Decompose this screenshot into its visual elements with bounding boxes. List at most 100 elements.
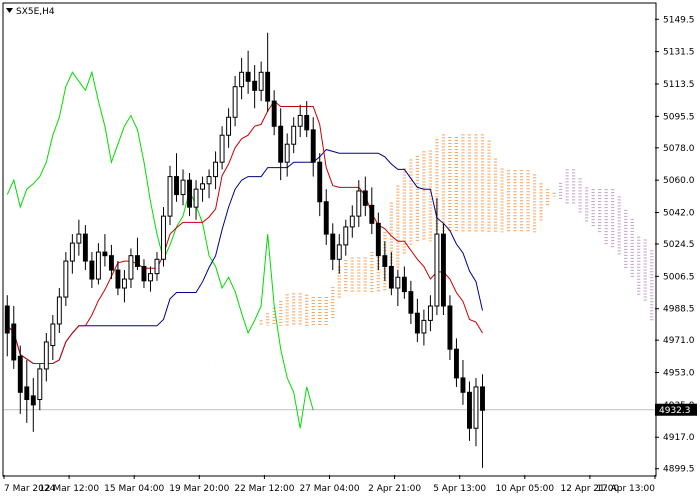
x-tick-label: 27 Mar 04:00: [299, 484, 359, 494]
candle-body-bull: [395, 276, 401, 289]
candle-body-bear: [17, 355, 23, 393]
candle-body-bull: [148, 273, 153, 282]
candle-body-bear: [115, 269, 121, 289]
candle-body-bear: [362, 190, 368, 206]
candle-body-bull: [291, 125, 297, 145]
candle-body-bull: [297, 114, 303, 127]
candle-body-bear: [375, 222, 381, 257]
candle-body-bear: [401, 276, 407, 293]
candle-body-bear: [252, 80, 258, 91]
candle: [440, 223, 446, 316]
candle-body-bear: [304, 114, 310, 131]
candle-body-bull: [434, 233, 440, 307]
candle-body-bear: [447, 305, 453, 350]
y-tick-label: 5060.0: [663, 176, 695, 186]
candle-body-bull: [193, 188, 199, 208]
candle-body-bear: [135, 255, 140, 267]
candle-body-bear: [408, 291, 414, 314]
candle-body-bull: [76, 233, 82, 244]
y-tick-label: 5149.5: [663, 15, 695, 25]
x-tick-label: 2 Apr 21:00: [368, 484, 421, 494]
candle-body-bear: [278, 125, 284, 163]
candle-body-bear: [102, 251, 108, 257]
candle-body-bear: [187, 179, 192, 208]
candle-body-bear: [89, 260, 95, 280]
candle-body-bull: [206, 176, 212, 185]
candle-body-bull: [128, 255, 134, 280]
candle-body-bear: [30, 395, 36, 406]
y-tick-label: 4988.5: [663, 305, 695, 315]
candle-body-bear: [414, 312, 420, 334]
y-tick-label: 5113.5: [663, 80, 695, 90]
candle-body-bear: [174, 176, 179, 196]
candle-body-bull: [226, 116, 232, 136]
candle-body-bull: [69, 242, 75, 262]
x-tick-label: 15 Mar 04:00: [104, 484, 164, 494]
candle-body-bull: [219, 134, 225, 163]
candle-body-bear: [141, 265, 147, 282]
y-tick-label: 4917.0: [663, 433, 695, 443]
y-tick-label: 5078.0: [663, 144, 695, 154]
candle-body-bull: [50, 323, 56, 347]
y-tick-label: 4953.0: [663, 369, 695, 379]
x-tick-label: 22 Mar 12:00: [234, 484, 294, 494]
candle-body-bull: [473, 386, 479, 429]
candle-body-bear: [323, 201, 329, 235]
candle-body-bear: [480, 386, 485, 411]
y-tick-label: 5095.5: [663, 112, 695, 122]
candle-body-bull: [37, 368, 43, 400]
candle-body-bear: [11, 323, 17, 361]
x-tick-label: 10 Apr 05:00: [495, 484, 554, 494]
candle-body-bull: [284, 143, 290, 163]
candle-body-bull: [349, 215, 355, 228]
x-tick-label: 5 Apr 13:00: [433, 484, 486, 494]
candle-body-bear: [467, 391, 472, 429]
candle-body-bear: [460, 377, 466, 393]
y-tick-label: 5131.5: [663, 48, 695, 58]
candle-body-bear: [24, 386, 30, 400]
candle-body-bull: [95, 251, 101, 280]
current-price-tag: 4932.3: [655, 403, 697, 416]
x-tick-label: 19 Mar 20:00: [169, 484, 229, 494]
candle-body-bull: [427, 305, 433, 321]
y-tick-label: 5042.0: [663, 209, 695, 219]
candle-body-bull: [336, 244, 342, 260]
candle-body-bear: [4, 305, 10, 334]
candle-body-bear: [369, 204, 375, 224]
x-tick-label: 17 Apr 13:00: [596, 484, 655, 494]
candle-body-bear: [310, 129, 316, 163]
candle-body-bull: [43, 341, 49, 370]
y-tick-label: 4899.5: [663, 465, 695, 475]
symbol-title: SX5E,H4: [16, 7, 55, 17]
y-tick-label: 5024.5: [663, 240, 695, 250]
candle-body-bull: [343, 226, 349, 246]
price-tag-label: 4932.3: [659, 406, 691, 416]
candle-body-bull: [180, 179, 186, 196]
candle-body-bear: [453, 348, 459, 379]
candle-body-bear: [330, 233, 336, 260]
candle-body-bull: [258, 71, 264, 91]
candle-body-bear: [265, 71, 271, 102]
candle-body-bull: [213, 161, 219, 178]
candle-body-bear: [388, 265, 394, 289]
ichimoku-chart[interactable]: 5149.5 5131.5 5113.5 5095.5 5078.0 5060.0 5042…: [0, 0, 700, 500]
candle-body-bull: [356, 190, 362, 217]
candle-body-bear: [271, 100, 277, 127]
candle-body-bull: [239, 71, 245, 88]
candle-body-bear: [382, 255, 388, 267]
candle: [161, 207, 166, 267]
y-tick-label: 5006.5: [663, 272, 695, 282]
candle-body-bear: [82, 233, 88, 262]
candle-body-bull: [63, 260, 69, 298]
candle-body-bear: [245, 71, 251, 82]
candle-body-bull: [200, 183, 206, 190]
candle-body-bull: [56, 296, 62, 325]
candle-body-bull: [161, 215, 166, 260]
candle-body-bear: [317, 161, 323, 203]
candle-body-bear: [440, 233, 446, 307]
y-tick-label: 4971.0: [663, 336, 695, 346]
candle-body-bull: [232, 86, 238, 118]
candle-body-bear: [108, 255, 114, 271]
candle-body-bull: [421, 319, 427, 334]
x-tick-label: 12 Mar 12:00: [39, 484, 99, 494]
